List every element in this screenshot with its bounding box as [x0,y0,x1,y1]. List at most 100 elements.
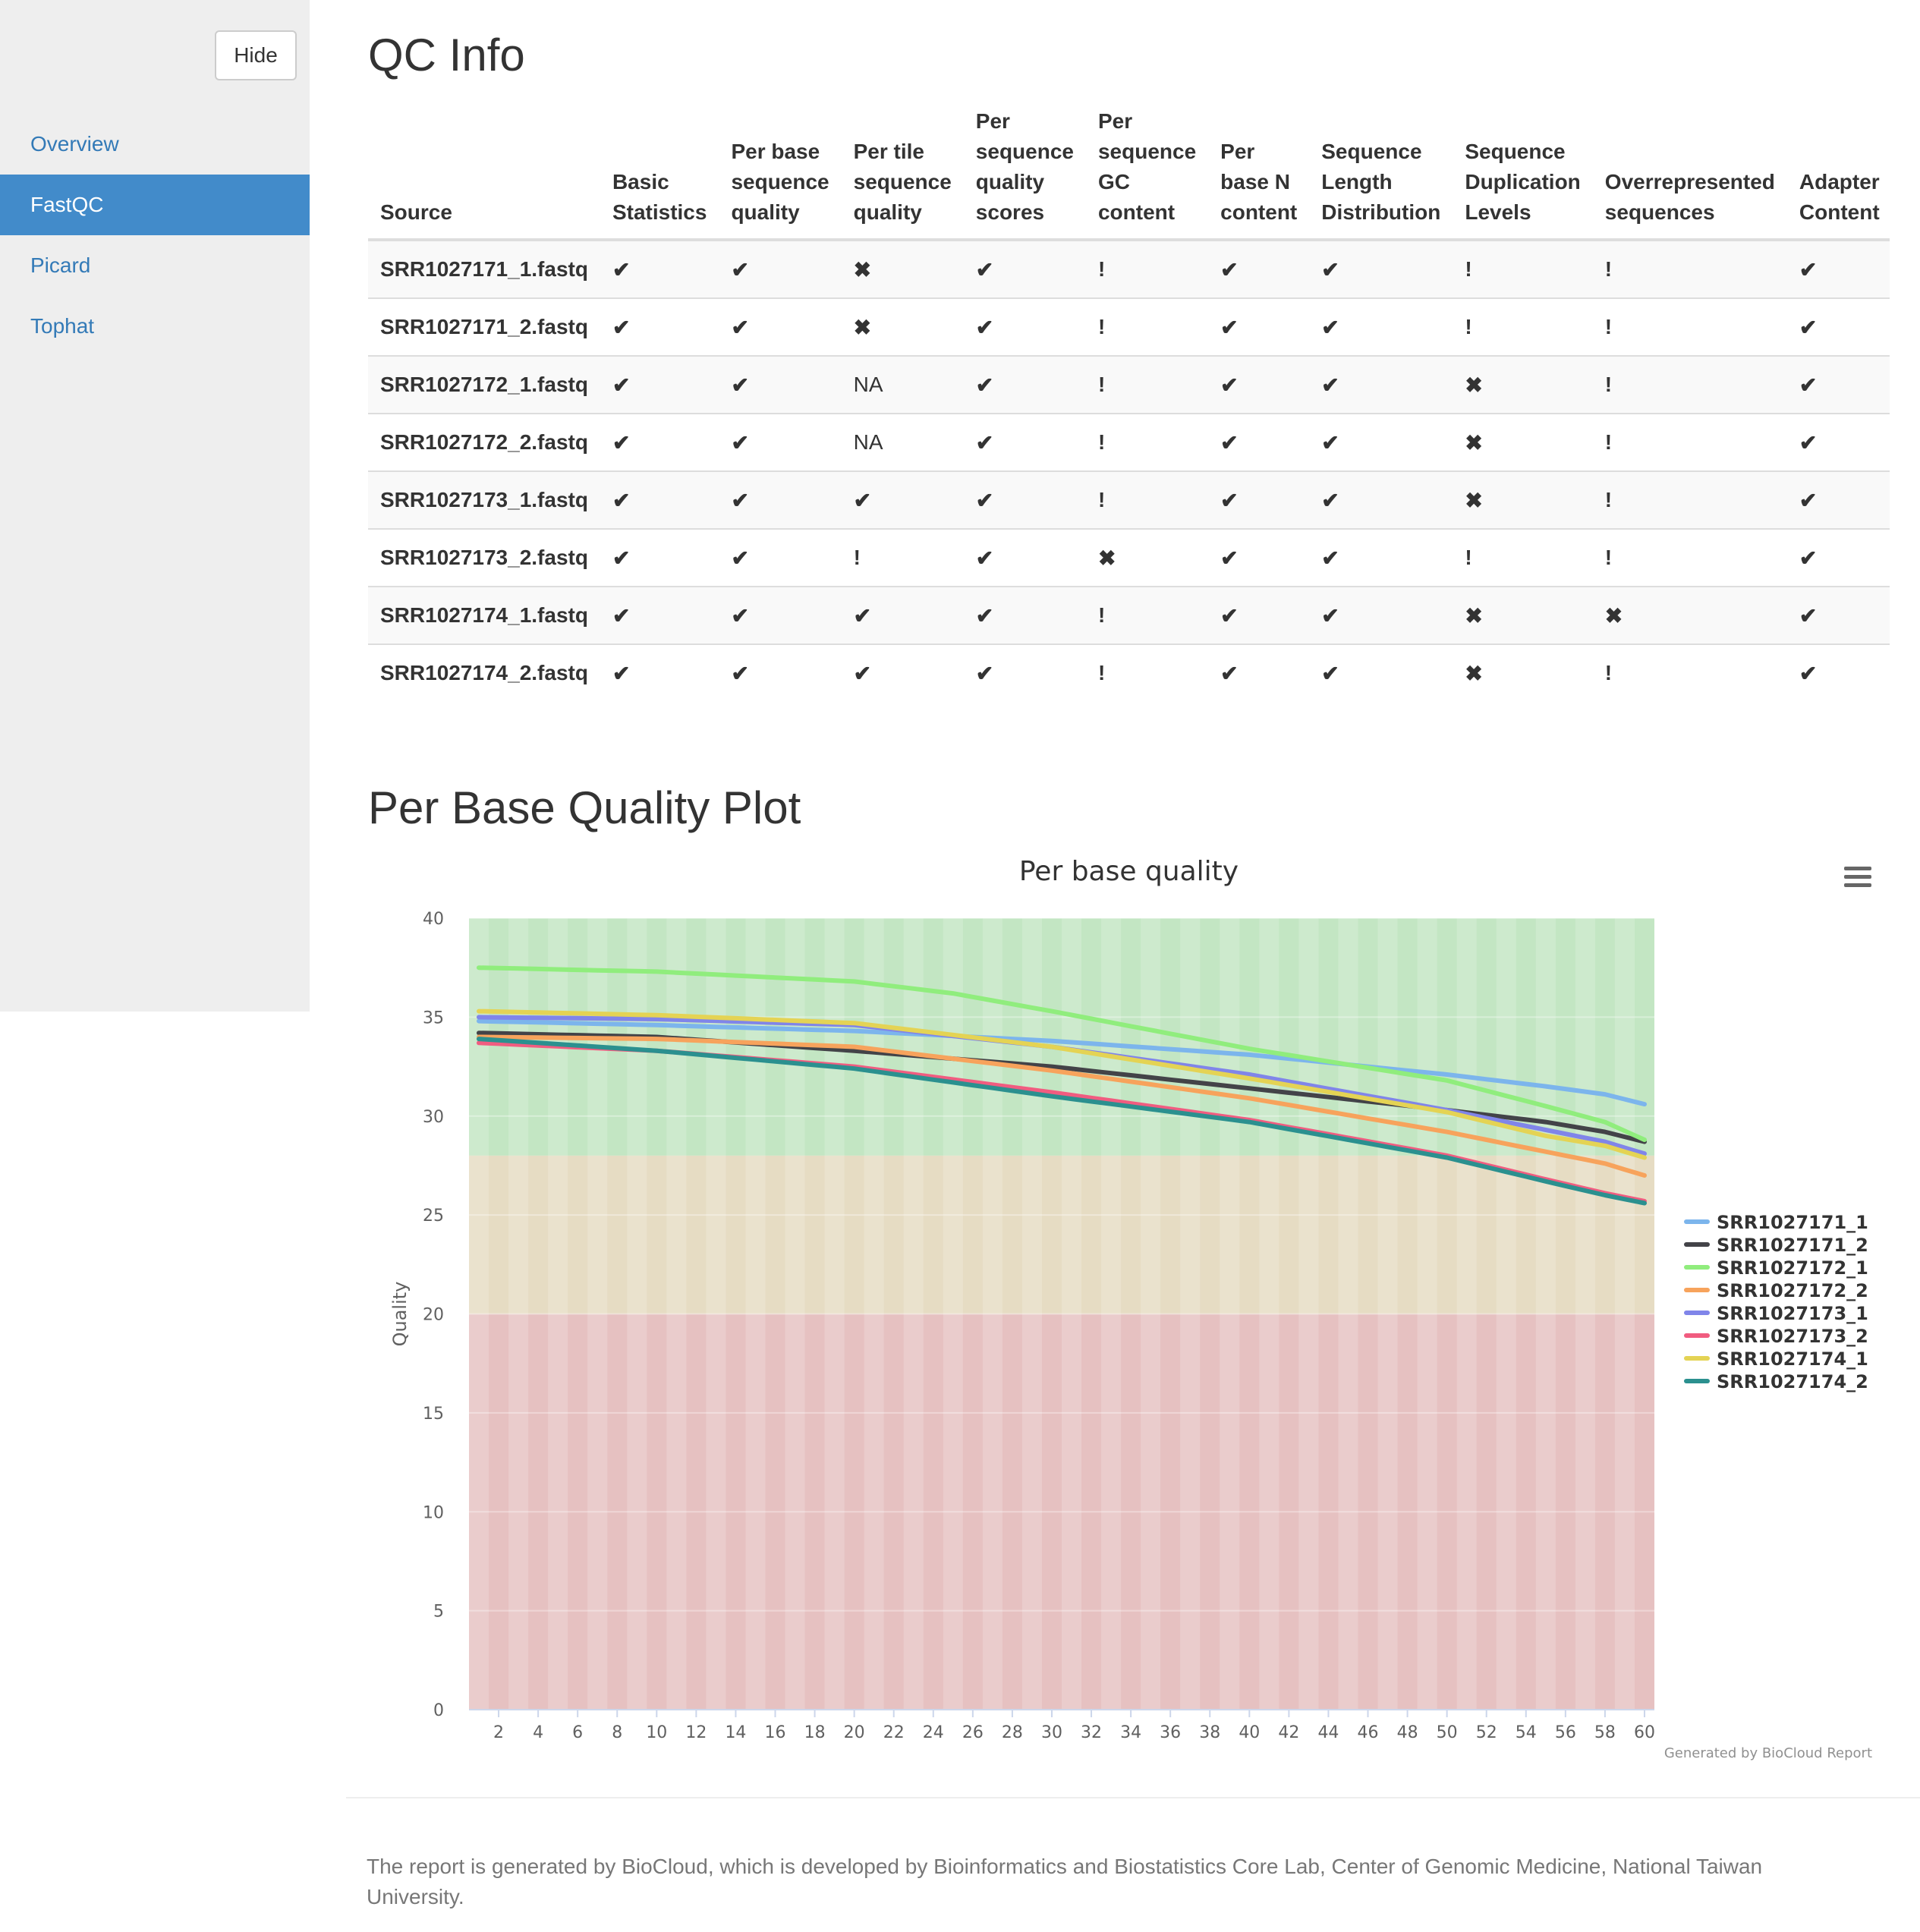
status-na: NA [853,373,883,396]
status-cell: ✔ [963,586,1086,644]
column-header: Source [368,106,600,241]
status-cell: ✔ [963,470,1086,529]
status-cell: ✔ [719,355,842,414]
status-cell: ! [1453,239,1593,298]
status-cell: ! [1592,528,1787,587]
status-pass-icon: ✔ [1799,430,1818,455]
base-stripe [1575,918,1595,1710]
status-cell: ✔ [1208,355,1310,414]
status-warn-icon: ! [1604,546,1613,569]
status-pass-icon: ✔ [975,661,994,685]
sidebar-item-overview[interactable]: Overview [0,114,310,175]
status-pass-icon: ✔ [1220,430,1239,455]
sidebar-item-picard[interactable]: Picard [0,235,310,296]
status-cell: ✔ [963,239,1086,298]
status-cell: ✖ [1592,586,1787,644]
status-cell: ! [1592,413,1787,471]
base-stripe [469,918,489,1710]
y-axis-label: Quality [389,1282,411,1347]
footer-divider [346,1797,1920,1798]
x-tick-label: 34 [1120,1723,1141,1742]
base-stripe [508,918,529,1710]
status-warn-icon: ! [1465,257,1472,281]
status-pass-icon: ✔ [731,546,749,570]
status-cell: ✔ [1309,239,1453,298]
status-cell: ✔ [1208,239,1310,298]
series-line [477,1040,1647,1204]
base-stripe [627,918,647,1710]
status-cell: ✖ [1453,643,1593,701]
status-cell: NA [841,413,964,471]
source-cell: SRR1027173_1.fastq [368,470,600,529]
x-tick-label: 4 [533,1723,543,1742]
status-cell: ✔ [1786,355,1890,414]
status-pass-icon: ✔ [1799,257,1818,282]
chart-menu-icon[interactable] [1844,867,1871,889]
base-stripe [1338,918,1358,1710]
series-line [477,1031,1647,1144]
status-cell: ✔ [841,586,964,644]
base-stripe [1021,918,1042,1710]
x-tick-label: 50 [1437,1723,1458,1742]
base-stripe [1141,918,1161,1710]
base-stripe [1614,918,1635,1710]
status-cell: ✔ [841,470,964,529]
status-cell: ✔ [1309,413,1453,471]
legend-item-label: SRR1027171_1 [1717,1212,1868,1233]
status-cell: ✔ [719,643,842,701]
status-cell: ! [1592,643,1787,701]
x-tick-label: 24 [923,1723,944,1742]
y-tick-label: 35 [423,1008,444,1027]
legend-item-label: SRR1027172_2 [1717,1280,1868,1301]
base-stripe [1259,918,1279,1710]
x-tick-label: 6 [572,1723,583,1742]
x-tick-label: 54 [1516,1723,1537,1742]
status-pass-icon: ✔ [1321,546,1339,570]
sidebar-item-fastqc[interactable]: FastQC [0,175,310,235]
source-cell: SRR1027173_2.fastq [368,528,600,587]
qc-info-title: QC Info [368,30,525,80]
qc-table-container: Source Basic Statistics Per base sequence qua… [368,106,1890,751]
source-cell: SRR1027174_1.fastq [368,586,600,644]
status-cell: ✔ [963,355,1086,414]
status-pass-icon: ✔ [975,603,994,628]
status-cell: ✔ [1208,470,1310,529]
status-cell: ✔ [1786,470,1890,529]
status-pass-icon: ✔ [1220,373,1239,397]
status-pass-icon: ✔ [1799,315,1818,339]
x-tick-label: 30 [1041,1723,1062,1742]
status-fail-icon: ✖ [853,315,872,339]
hide-sidebar-button[interactable]: Hide [215,30,297,80]
status-cell: ✔ [1786,643,1890,701]
base-stripe [587,918,608,1710]
series-line [477,965,1647,1142]
y-tick-label: 0 [433,1701,444,1720]
base-stripe [1298,918,1319,1710]
legend-item-label: SRR1027173_2 [1717,1326,1868,1347]
sidebar-item-tophat[interactable]: Tophat [0,296,310,357]
source-cell: SRR1027172_1.fastq [368,355,600,414]
chart-title: Per base quality [1018,856,1239,887]
column-header: Sequence Length Distribution [1309,106,1453,241]
status-warn-icon: ! [1097,488,1106,511]
status-pass-icon: ✔ [612,373,631,397]
column-header: Basic Statistics [600,106,719,241]
status-pass-icon: ✔ [1321,661,1339,685]
status-cell: ✔ [963,297,1086,356]
status-cell: ✖ [1453,413,1593,471]
status-warn-icon: ! [1465,315,1472,338]
status-cell: ! [841,528,964,587]
status-pass-icon: ✔ [612,546,631,570]
status-cell: ! [1592,239,1787,298]
column-header: Per tile sequence quality [841,106,964,241]
status-na: NA [853,430,883,454]
source-cell: SRR1027171_1.fastq [368,239,600,298]
base-stripe [1180,918,1201,1710]
status-pass-icon: ✔ [1799,603,1818,628]
status-pass-icon: ✔ [1321,257,1339,282]
x-tick-label: 14 [725,1723,746,1742]
base-stripe [1417,918,1437,1710]
plot-section-title: Per Base Quality Plot [368,782,801,833]
status-warn-icon: ! [1604,488,1613,511]
status-cell: ✔ [600,586,719,644]
